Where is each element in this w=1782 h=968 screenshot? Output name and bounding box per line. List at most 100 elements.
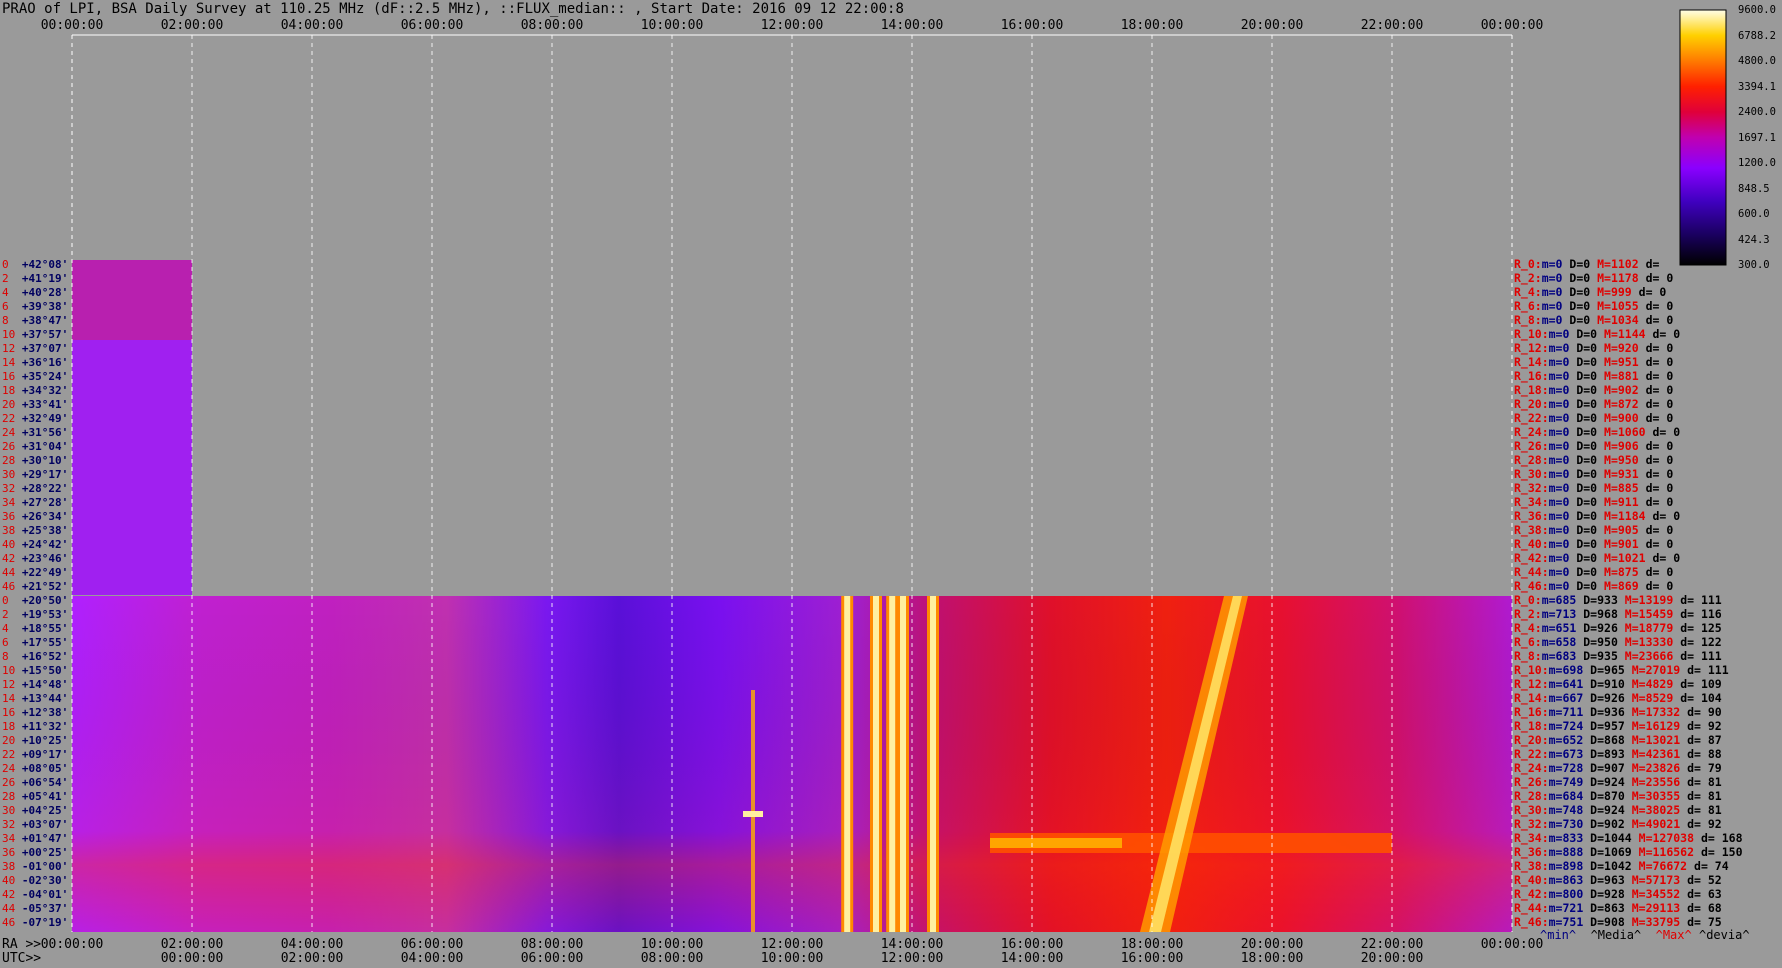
row-stat: R_14:m=667 D=926 M=8529 d= 104 — [1514, 691, 1722, 705]
row-declination: +00°25' — [21, 846, 69, 859]
stat-dev: d= 81 — [1680, 789, 1722, 803]
stat-median: D=963 — [1583, 873, 1625, 887]
row-stat: R_28:m=0 D=0 M=950 d= 0 — [1514, 453, 1673, 467]
stat-dev: d= 0 — [1638, 579, 1674, 593]
row-declination: +01°47' — [21, 832, 69, 845]
ra-tick-label: 16:00:00 — [1000, 937, 1064, 952]
row-declination: +22°49' — [21, 566, 69, 579]
stat-dev: d= 0 — [1638, 397, 1674, 411]
row-declination: +12°38' — [21, 706, 69, 719]
stat-median: D=863 — [1583, 901, 1625, 915]
stat-row-id: R_18: — [1514, 383, 1549, 397]
declination-row-label: 36 +00°25' — [2, 846, 68, 859]
top-tick-label: 20:00:00 — [1240, 18, 1304, 33]
stat-max: M=38025 — [1624, 803, 1681, 817]
row-stat: R_12:m=0 D=0 M=920 d= 0 — [1514, 341, 1673, 355]
ra-tick-label: 04:00:00 — [280, 937, 344, 952]
stat-min: m=898 — [1548, 859, 1584, 873]
stat-max: M=869 — [1597, 579, 1639, 593]
row-declination: +24°42' — [21, 538, 69, 551]
row-declination: +27°28' — [21, 496, 69, 509]
stat-median: D=0 — [1569, 425, 1598, 439]
row-index: 6 — [2, 300, 22, 313]
stat-max: M=1102 — [1590, 257, 1639, 271]
row-declination: -04°01' — [21, 888, 69, 901]
row-declination: +09°17' — [21, 748, 69, 761]
stat-median: D=870 — [1583, 789, 1625, 803]
stat-row-id: R_24: — [1514, 761, 1549, 775]
declination-row-label: 0 +42°08' — [2, 258, 68, 271]
stat-median: D=0 — [1569, 341, 1598, 355]
declination-row-label: 34 +27°28' — [2, 496, 68, 509]
stat-min: m=0 — [1541, 285, 1563, 299]
stat-median: D=933 — [1576, 593, 1618, 607]
stat-row-id: R_8: — [1514, 649, 1542, 663]
row-index: 4 — [2, 286, 22, 299]
row-index: 8 — [2, 650, 22, 663]
row-index: 40 — [2, 538, 22, 551]
stat-row-id: R_10: — [1514, 327, 1549, 341]
stat-median: D=1069 — [1583, 845, 1632, 859]
colorbar-tick-label: 600.0 — [1738, 208, 1770, 220]
row-stat: R_2:m=713 D=968 M=15459 d= 116 — [1514, 607, 1722, 621]
row-index: 6 — [2, 636, 22, 649]
stat-dev: d= 68 — [1680, 901, 1722, 915]
stat-max: M=57173 — [1624, 873, 1681, 887]
legend-min: ^min^ — [1540, 928, 1577, 942]
stat-median: D=0 — [1569, 509, 1598, 523]
stat-min: m=728 — [1548, 761, 1584, 775]
stat-min: m=863 — [1548, 873, 1584, 887]
row-stat: R_14:m=0 D=0 M=951 d= 0 — [1514, 355, 1673, 369]
stat-max: M=23666 — [1617, 649, 1674, 663]
ra-tick-label: 22:00:00 — [1360, 937, 1424, 952]
stat-max: M=911 — [1597, 495, 1639, 509]
stat-dev: d= 150 — [1694, 845, 1743, 859]
row-stat: R_44:m=0 D=0 M=875 d= 0 — [1514, 565, 1673, 579]
stat-row-id: R_34: — [1514, 831, 1549, 845]
stat-min: m=0 — [1548, 341, 1570, 355]
row-declination: +36°16' — [21, 356, 69, 369]
stat-dev: d= 0 — [1638, 313, 1674, 327]
declination-row-label: 0 +20°50' — [2, 594, 68, 607]
row-stat: R_46:m=0 D=0 M=869 d= 0 — [1514, 579, 1673, 593]
stat-dev: d= 0 — [1638, 383, 1674, 397]
row-stat: R_22:m=0 D=0 M=900 d= 0 — [1514, 411, 1673, 425]
stat-row-id: R_44: — [1514, 565, 1549, 579]
stat-row-id: R_14: — [1514, 691, 1549, 705]
stat-min: m=641 — [1548, 677, 1584, 691]
burst-core — [930, 596, 936, 932]
top-tick-label: 06:00:00 — [400, 18, 464, 33]
ra-tick-label: 02:00:00 — [160, 937, 224, 952]
stat-dev: d= 87 — [1680, 733, 1722, 747]
stat-max: M=33795 — [1624, 915, 1681, 929]
top-tick-label: 04:00:00 — [280, 18, 344, 33]
stat-dev: d= 168 — [1694, 831, 1743, 845]
stat-max: M=29113 — [1624, 901, 1681, 915]
stat-min: m=673 — [1548, 747, 1584, 761]
row-stat: R_34:m=0 D=0 M=911 d= 0 — [1514, 495, 1673, 509]
stat-min: m=713 — [1541, 607, 1577, 621]
stat-dev: d= 0 — [1638, 495, 1674, 509]
stat-median: D=0 — [1569, 467, 1598, 481]
declination-row-label: 2 +41°19' — [2, 272, 68, 285]
stat-row-id: R_42: — [1514, 887, 1549, 901]
stat-max: M=1021 — [1597, 551, 1646, 565]
colorbar-tick-label: 424.3 — [1738, 233, 1770, 246]
colorbar-tick-label: 4800.0 — [1738, 55, 1776, 67]
row-declination: +39°38' — [21, 300, 69, 313]
utc-tick-label: 20:00:00 — [1360, 951, 1424, 966]
row-declination: +08°05' — [21, 762, 69, 775]
row-index: 32 — [2, 482, 22, 495]
stat-dev: d= 0 — [1638, 467, 1674, 481]
stat-row-id: R_10: — [1514, 663, 1549, 677]
declination-row-label: 14 +36°16' — [2, 356, 68, 369]
stat-median: D=908 — [1583, 915, 1625, 929]
stat-row-id: R_20: — [1514, 733, 1549, 747]
declination-row-label: 26 +31°04' — [2, 440, 68, 453]
stat-median: D=0 — [1569, 439, 1598, 453]
stat-median: D=935 — [1576, 649, 1618, 663]
stat-min: m=0 — [1548, 495, 1570, 509]
top-tick-label: 12:00:00 — [760, 18, 824, 33]
row-stat: R_26:m=0 D=0 M=906 d= 0 — [1514, 439, 1673, 453]
ra-tick-label: 18:00:00 — [1120, 937, 1184, 952]
